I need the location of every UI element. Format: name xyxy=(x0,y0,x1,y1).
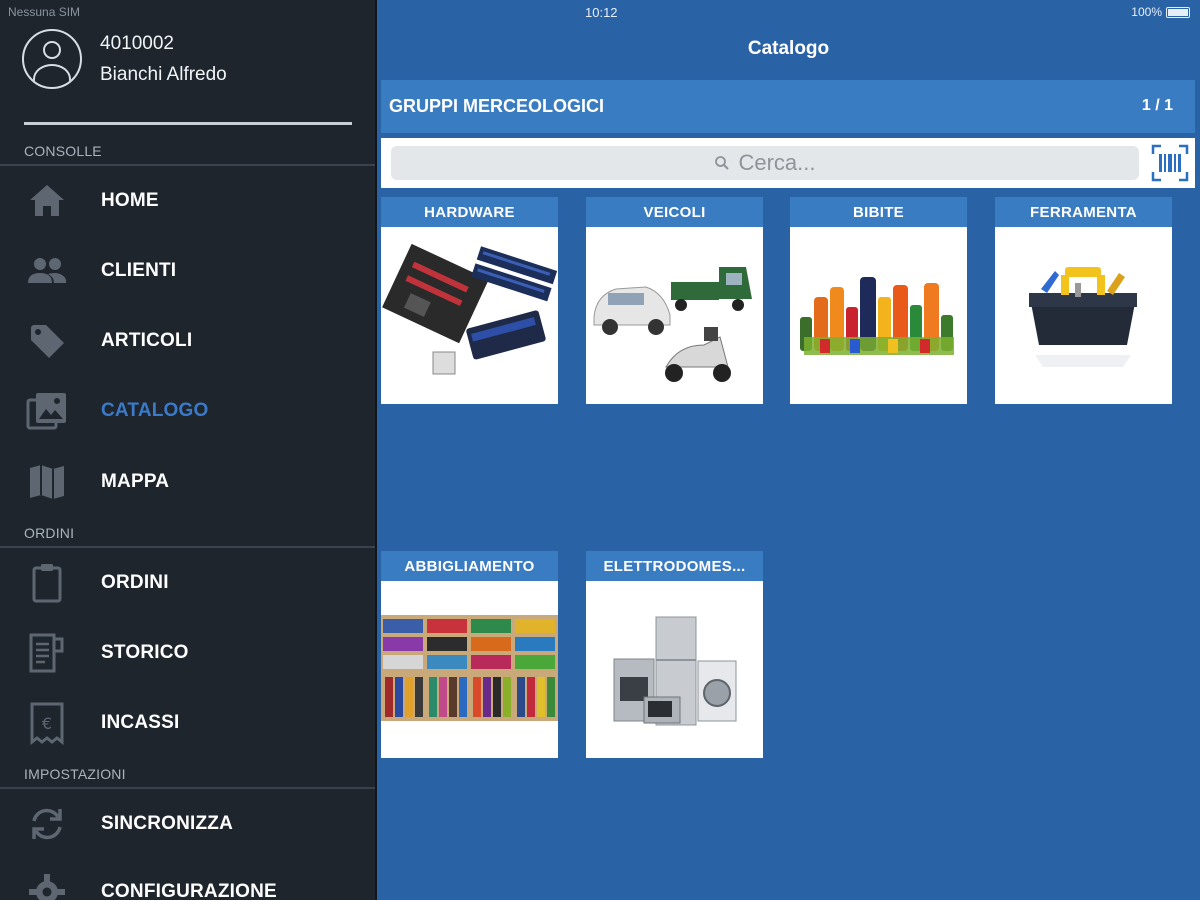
search-placeholder: Cerca... xyxy=(738,150,816,175)
gear-icon xyxy=(26,871,68,900)
category-tile-abbigliamento[interactable]: ABBIGLIAMENTO xyxy=(381,551,558,758)
avatar-icon xyxy=(22,29,82,89)
sidebar-item-label: CONFIGURAZIONE xyxy=(101,881,277,900)
category-tile-ferramenta[interactable]: FERRAMENTA xyxy=(995,197,1172,404)
sync-icon xyxy=(26,803,68,845)
clock: 10:12 xyxy=(585,5,618,20)
tag-icon xyxy=(26,320,68,362)
home-icon xyxy=(26,180,68,222)
group-title: GRUPPI MERCEOLOGICI xyxy=(389,96,605,116)
sidebar-item-label: MAPPA xyxy=(101,471,170,492)
search-icon xyxy=(715,156,730,170)
map-icon xyxy=(26,461,68,503)
page-indicator: 1 / 1 xyxy=(1141,97,1173,114)
section-label-ordini: ORDINI xyxy=(24,525,75,541)
user-code: 4010002 xyxy=(100,33,174,54)
sidebar-item-ordini[interactable]: ORDINI xyxy=(0,553,375,613)
tile-label: FERRAMENTA xyxy=(995,197,1172,227)
sidebar-item-label: CATALOGO xyxy=(101,400,209,421)
hardware-image xyxy=(381,227,558,404)
sidebar-item-label: STORICO xyxy=(101,642,189,663)
profile-divider xyxy=(24,122,352,125)
clipboard-icon xyxy=(26,562,68,604)
page-title: Catalogo xyxy=(747,38,830,59)
svg-text:€: € xyxy=(42,714,52,733)
sidebar-item-label: INCASSI xyxy=(101,712,180,733)
search-bar: Cerca... xyxy=(381,138,1195,188)
user-name: Bianchi Alfredo xyxy=(100,64,227,85)
search-input[interactable]: Cerca... xyxy=(391,146,1139,180)
sidebar-item-label: CLIENTI xyxy=(101,260,177,281)
veicoli-image xyxy=(586,227,763,404)
battery-status: 100% xyxy=(1131,5,1190,19)
sidebar-item-configurazione[interactable]: CONFIGURAZIONE xyxy=(0,862,375,900)
tile-label: VEICOLI xyxy=(586,197,763,227)
category-tile-hardware[interactable]: HARDWARE xyxy=(381,197,558,404)
receipt-history-icon xyxy=(26,632,68,674)
people-icon xyxy=(26,250,68,292)
elettrodomestici-image xyxy=(586,581,763,758)
section-divider xyxy=(0,164,375,166)
battery-percent: 100% xyxy=(1131,5,1162,19)
category-tile-veicoli[interactable]: VEICOLI xyxy=(586,197,763,404)
sidebar-item-label: ARTICOLI xyxy=(101,330,193,351)
tile-label: ELETTRODOMES... xyxy=(586,551,763,581)
tile-label: ABBIGLIAMENTO xyxy=(381,551,558,581)
bibite-image xyxy=(790,227,967,404)
main-content: Catalogo GRUPPI MERCEOLOGICI 1 / 1 Cerca… xyxy=(377,0,1200,900)
tile-label: BIBITE xyxy=(790,197,967,227)
barcode-scan-icon[interactable] xyxy=(1151,144,1189,182)
sidebar: 4010002 Bianchi Alfredo CONSOLLE HOME CL… xyxy=(0,0,377,900)
sidebar-item-label: HOME xyxy=(101,190,159,211)
sidebar-item-home[interactable]: HOME xyxy=(0,171,375,231)
sidebar-item-label: SINCRONIZZA xyxy=(101,813,234,834)
sidebar-item-storico[interactable]: STORICO xyxy=(0,623,375,683)
sidebar-item-incassi[interactable]: € INCASSI xyxy=(0,693,375,753)
section-label-consolle: CONSOLLE xyxy=(24,143,102,159)
sidebar-item-catalogo[interactable]: CATALOGO xyxy=(0,381,375,441)
sidebar-item-mappa[interactable]: MAPPA xyxy=(0,452,375,512)
sidebar-item-sincronizza[interactable]: SINCRONIZZA xyxy=(0,794,375,854)
euro-receipt-icon: € xyxy=(26,702,68,745)
gallery-icon xyxy=(26,390,68,432)
abbigliamento-image xyxy=(381,581,558,758)
sidebar-item-articoli[interactable]: ARTICOLI xyxy=(0,311,375,371)
user-profile[interactable]: 4010002 Bianchi Alfredo xyxy=(22,28,227,90)
section-divider xyxy=(0,787,375,789)
ferramenta-image xyxy=(995,227,1172,404)
carrier-label: Nessuna SIM xyxy=(8,5,81,19)
section-label-impostazioni: IMPOSTAZIONI xyxy=(24,766,126,782)
tile-label: HARDWARE xyxy=(381,197,558,227)
category-tile-elettrodomestici[interactable]: ELETTRODOMES... xyxy=(586,551,763,758)
category-tile-bibite[interactable]: BIBITE xyxy=(790,197,967,404)
sidebar-item-label: ORDINI xyxy=(101,572,169,593)
status-bar: Nessuna SIM 10:12 100% xyxy=(0,0,1200,24)
group-header: GRUPPI MERCEOLOGICI 1 / 1 xyxy=(381,80,1195,133)
section-divider xyxy=(0,546,375,548)
battery-icon xyxy=(1166,6,1190,18)
sidebar-item-clienti[interactable]: CLIENTI xyxy=(0,241,375,301)
